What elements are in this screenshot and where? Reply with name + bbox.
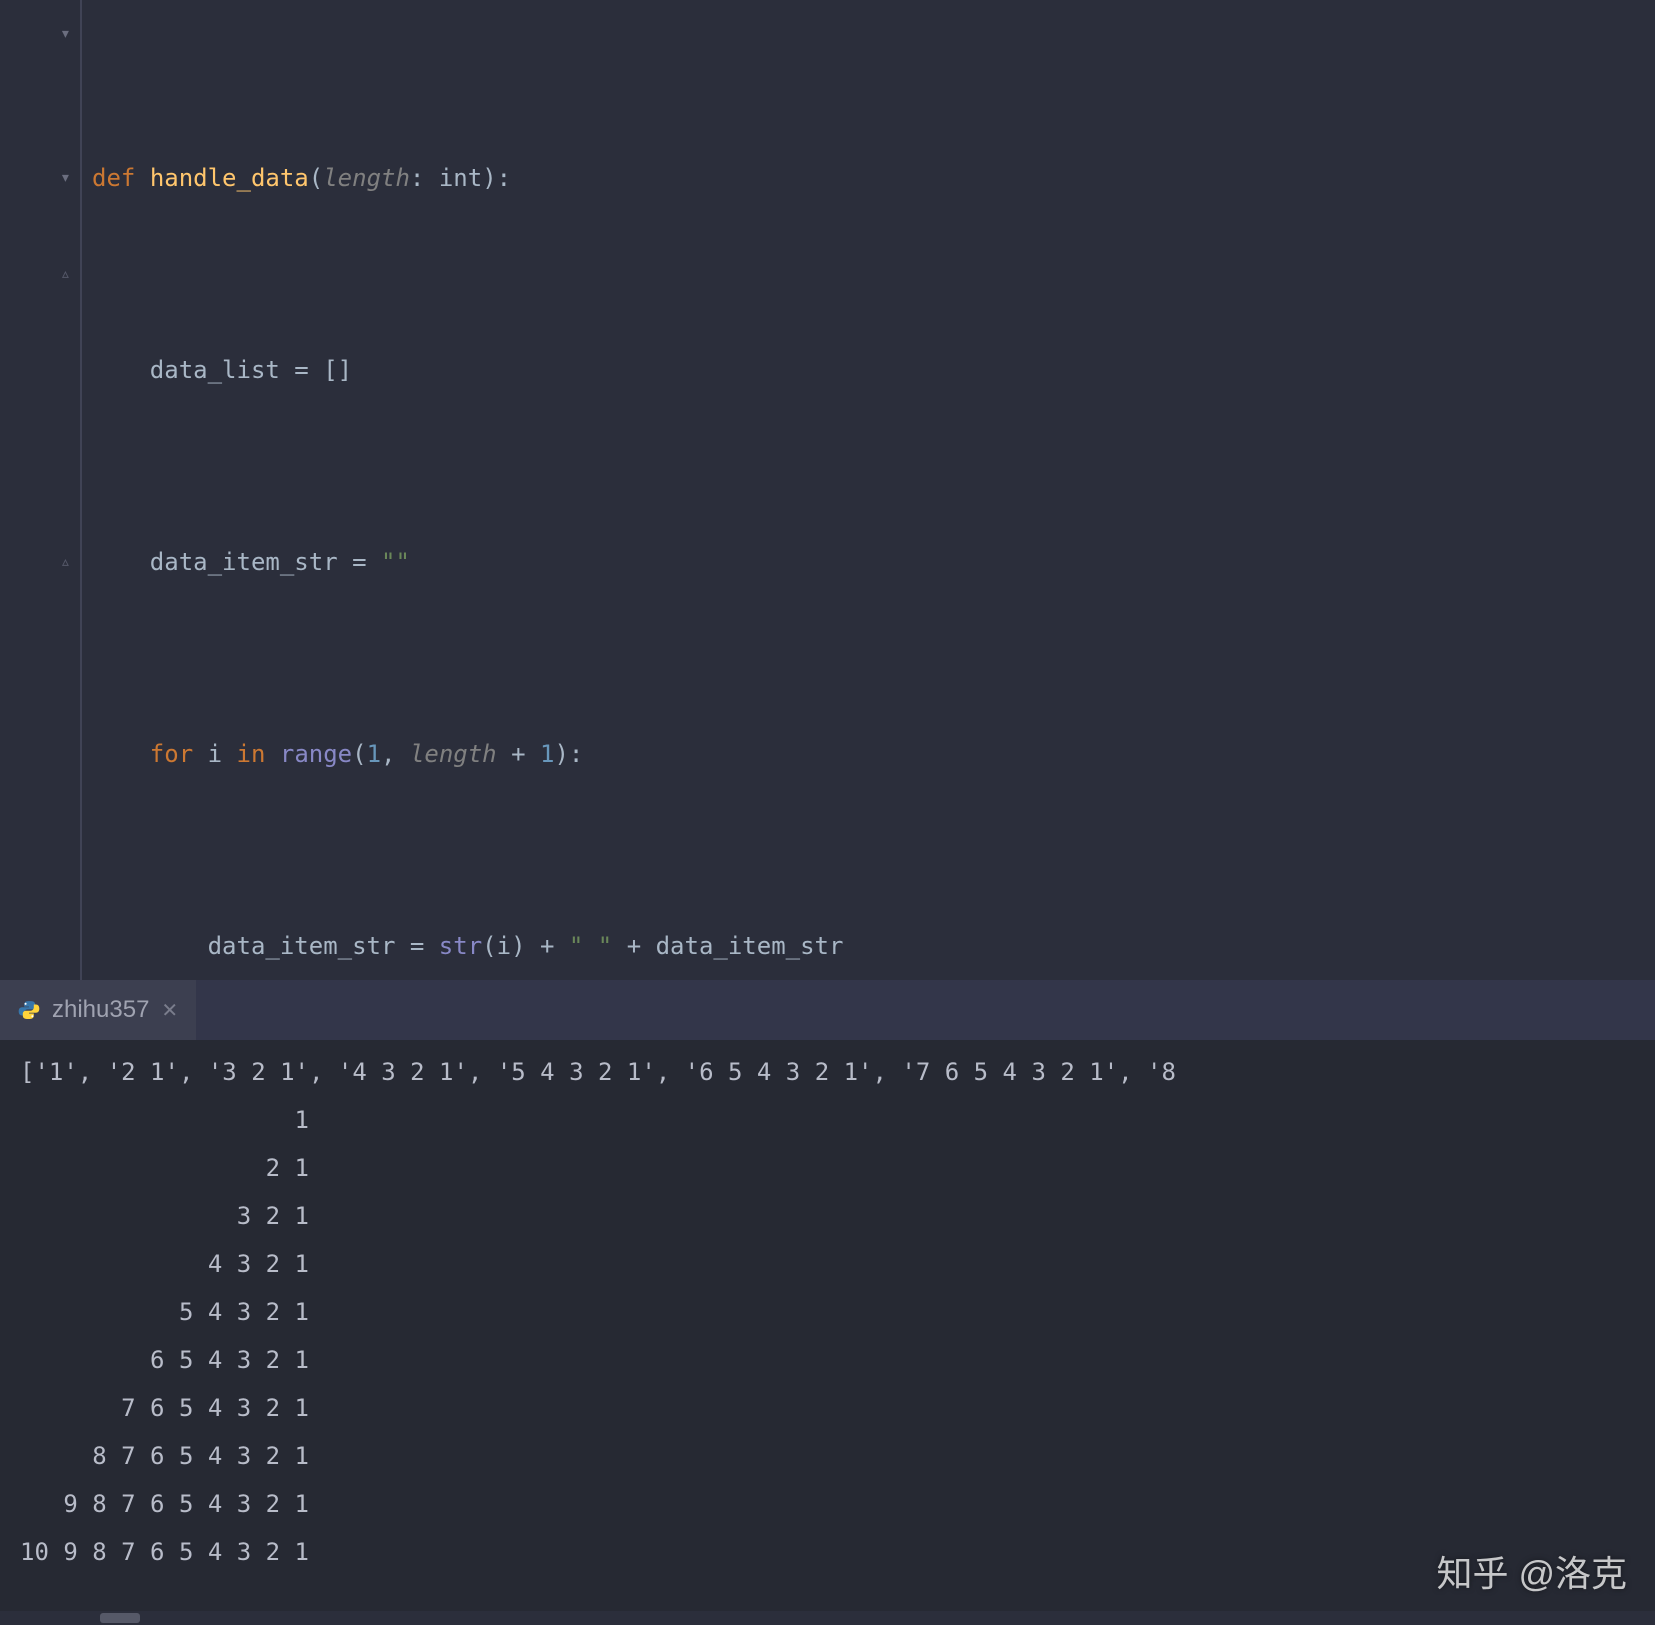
identifier: data_item_str: [208, 932, 396, 960]
type-annotation: int: [439, 164, 482, 192]
code-line[interactable]: def handle_data(length: int):: [92, 154, 1655, 202]
keyword-in: in: [237, 740, 266, 768]
function-name: handle_data: [150, 164, 309, 192]
number-literal: 1: [540, 740, 554, 768]
builtin-range: range: [280, 740, 352, 768]
keyword-def: def: [92, 164, 135, 192]
code-editor-pane: ▾ ▾ ▵ ▵ def handle_data(length: int): da…: [0, 0, 1655, 980]
param-ref: length: [410, 740, 497, 768]
identifier: data_item_str: [656, 932, 844, 960]
code-area[interactable]: def handle_data(length: int): data_list …: [82, 0, 1655, 980]
param-name: length: [323, 164, 410, 192]
code-line[interactable]: data_item_str = str(i) + " " + data_item…: [92, 922, 1655, 970]
code-line[interactable]: data_item_str = "": [92, 538, 1655, 586]
fold-icon[interactable]: ▾: [60, 154, 71, 202]
fold-end-icon[interactable]: ▵: [60, 250, 71, 298]
close-icon[interactable]: ✕: [161, 998, 178, 1023]
builtin-str: str: [439, 932, 482, 960]
code-line[interactable]: for i in range(1, length + 1):: [92, 730, 1655, 778]
code-line[interactable]: data_list = []: [92, 346, 1655, 394]
run-tab-label: zhihu357: [52, 996, 149, 1024]
run-tab-bar: zhihu357 ✕: [0, 980, 1655, 1040]
editor-gutter: ▾ ▾ ▵ ▵: [0, 0, 82, 980]
identifier: i: [208, 740, 222, 768]
watermark: 知乎 @洛克: [1436, 1545, 1627, 1597]
fold-icon[interactable]: ▾: [60, 10, 71, 58]
keyword-for: for: [150, 740, 193, 768]
string-literal: "": [381, 548, 410, 576]
run-output-pane: zhihu357 ✕ ['1', '2 1', '3 2 1', '4 3 2 …: [0, 980, 1655, 1625]
string-literal: " ": [569, 932, 612, 960]
scrollbar-thumb[interactable]: [100, 1613, 140, 1623]
terminal-output[interactable]: ['1', '2 1', '3 2 1', '4 3 2 1', '5 4 3 …: [0, 1040, 1655, 1584]
identifier: i: [497, 932, 511, 960]
horizontal-scrollbar[interactable]: [0, 1611, 1655, 1625]
identifier: data_list: [150, 356, 280, 384]
identifier: data_item_str: [150, 548, 338, 576]
number-literal: 1: [367, 740, 381, 768]
run-tab[interactable]: zhihu357 ✕: [0, 980, 196, 1040]
fold-end-icon[interactable]: ▵: [60, 538, 71, 586]
python-file-icon: [18, 999, 40, 1021]
